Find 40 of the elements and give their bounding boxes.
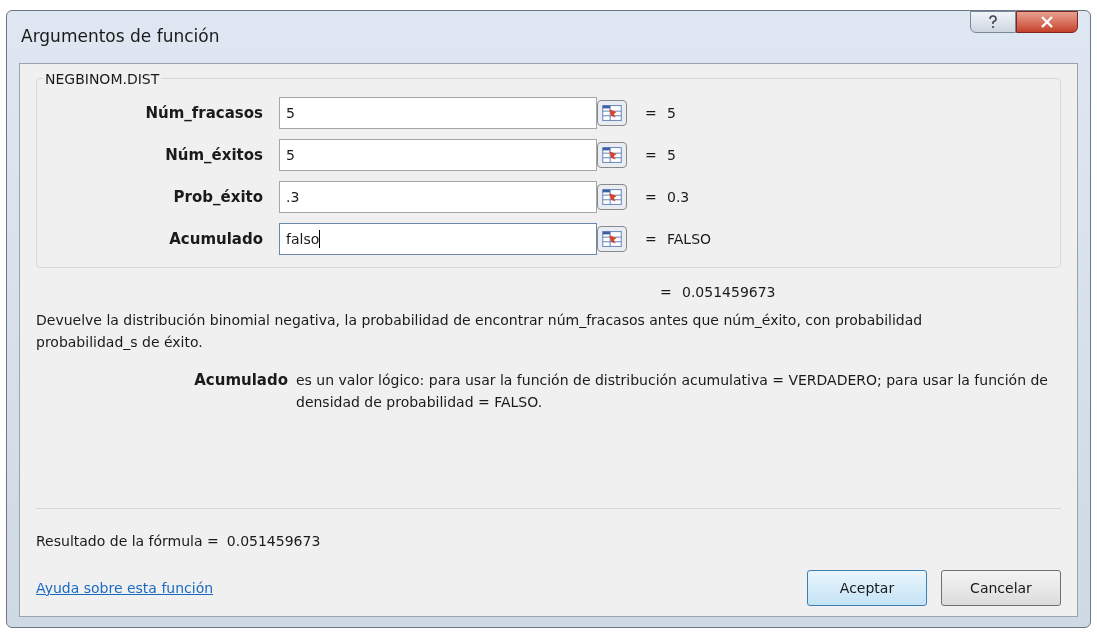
window-title: Argumentos de función [20, 25, 220, 49]
argument-label: Prob_éxito [172, 186, 264, 208]
argument-label: Acumulado [168, 228, 264, 250]
formula-result-value: 0.051459673 [226, 532, 321, 551]
function-description: Devuelve la distribución binomial negativa, la probabilidad de encontrar núm_fracasos antes que núm_éxito, con probabilidad probabilidad_s de éxito. [36, 311, 924, 352]
range-select-icon[interactable] [597, 142, 627, 168]
argument-result: FALSO [667, 229, 712, 249]
argument-label: Núm_fracasos [144, 102, 264, 124]
dialog-button[interactable]: Aceptar [807, 570, 927, 606]
argument-result: 5 [667, 103, 676, 123]
argument-result: 0.3 [667, 187, 690, 207]
argument-field[interactable]: 5 [279, 97, 597, 129]
argument-value: 5 [286, 145, 295, 165]
argument-field[interactable]: 5 [279, 139, 597, 171]
equals-sign: = [645, 145, 658, 165]
equals-sign: = [645, 103, 658, 123]
range-select-icon[interactable] [597, 226, 627, 252]
equals-sign: = [645, 187, 658, 207]
argument-label: Núm_éxitos [164, 144, 264, 166]
formula-result-label: Resultado de la fórmula = [36, 532, 219, 551]
argument-help-text: es un valor lógico: para usar la función de distribución acumulativa = VERDADERO; para usar la función de densidad de probabilidad = FALSO. [296, 371, 1049, 412]
argument-help-name: Acumulado [193, 370, 289, 391]
argument-value: 5 [286, 103, 295, 123]
text-cursor [319, 230, 321, 248]
function-result: 0.051459673 [682, 283, 776, 302]
argument-value: .3 [286, 187, 300, 207]
argument-field[interactable]: .3 [279, 181, 597, 213]
argument-value: falso [286, 229, 320, 249]
argument-field[interactable]: falso [279, 223, 597, 255]
help-button[interactable] [970, 11, 1016, 33]
close-icon [1040, 16, 1054, 28]
equals-sign: = [645, 229, 658, 249]
argument-result: 5 [667, 145, 676, 165]
close-button[interactable] [1016, 11, 1078, 33]
equals-sign: = [660, 283, 673, 302]
range-select-icon[interactable] [597, 184, 627, 210]
range-select-icon[interactable] [597, 100, 627, 126]
help-link[interactable]: Ayuda sobre esta función [36, 577, 214, 599]
dialog-button[interactable]: Cancelar [941, 570, 1061, 606]
help-icon [988, 15, 998, 29]
